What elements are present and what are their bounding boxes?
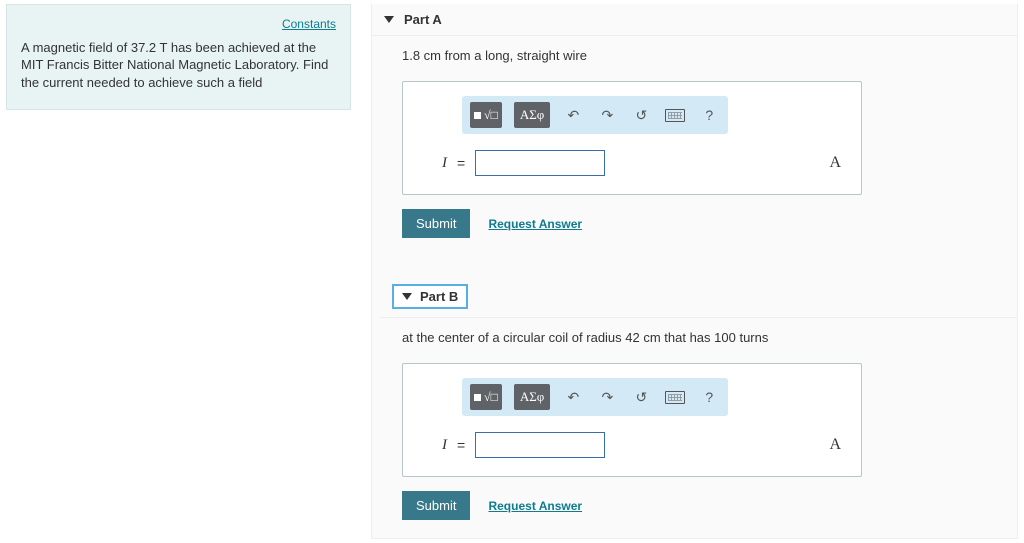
template-icon[interactable]: √□ xyxy=(470,102,502,128)
part-a-body: 1.8 cm from a long, straight wire √□ ΑΣφ… xyxy=(372,36,1017,256)
part-a-request-answer-link[interactable]: Request Answer xyxy=(488,217,582,231)
part-a-prompt: 1.8 cm from a long, straight wire xyxy=(402,48,987,63)
equals-label: = xyxy=(457,437,465,453)
undo-icon[interactable]: ↶ xyxy=(562,385,584,409)
part-b-prompt: at the center of a circular coil of radi… xyxy=(402,330,987,345)
reset-icon[interactable]: ↺ xyxy=(630,385,652,409)
unit-label: A xyxy=(829,436,847,454)
greek-letters-button[interactable]: ΑΣφ xyxy=(514,384,550,410)
chevron-down-icon xyxy=(402,293,412,300)
part-b-header[interactable]: Part B xyxy=(380,276,1017,318)
chevron-down-icon xyxy=(384,16,394,23)
part-a-title: Part A xyxy=(404,12,442,27)
equals-label: = xyxy=(457,155,465,171)
part-b-body: at the center of a circular coil of radi… xyxy=(372,318,1017,538)
keyboard-icon[interactable] xyxy=(664,103,686,127)
redo-icon[interactable]: ↷ xyxy=(596,103,618,127)
help-icon[interactable]: ? xyxy=(698,103,720,127)
greek-letters-button[interactable]: ΑΣφ xyxy=(514,102,550,128)
redo-icon[interactable]: ↷ xyxy=(596,385,618,409)
template-icon[interactable]: √□ xyxy=(470,384,502,410)
part-a-answer-input[interactable] xyxy=(475,150,605,176)
part-b-request-answer-link[interactable]: Request Answer xyxy=(488,499,582,513)
constants-link[interactable]: Constants xyxy=(282,17,336,31)
keyboard-icon[interactable] xyxy=(664,385,686,409)
part-a-toolbar: √□ ΑΣφ ↶ ↷ ↺ ? xyxy=(462,96,728,134)
problem-statement-box: Constants A magnetic field of 37.2 T has… xyxy=(6,4,351,110)
part-a-submit-button[interactable]: Submit xyxy=(402,209,470,238)
undo-icon[interactable]: ↶ xyxy=(562,103,584,127)
problem-text: A magnetic field of 37.2 T has been achi… xyxy=(21,39,336,92)
variable-label: I xyxy=(417,437,447,454)
variable-label: I xyxy=(417,155,447,172)
unit-label: A xyxy=(829,154,847,172)
reset-icon[interactable]: ↺ xyxy=(630,103,652,127)
help-icon[interactable]: ? xyxy=(698,385,720,409)
part-a-header[interactable]: Part A xyxy=(372,4,1017,36)
part-b-answer-box: √□ ΑΣφ ↶ ↷ ↺ ? I = A xyxy=(402,363,862,477)
part-b-title: Part B xyxy=(420,289,458,304)
part-b-submit-button[interactable]: Submit xyxy=(402,491,470,520)
part-b-toolbar: √□ ΑΣφ ↶ ↷ ↺ ? xyxy=(462,378,728,416)
part-a-answer-box: √□ ΑΣφ ↶ ↷ ↺ ? I = A xyxy=(402,81,862,195)
part-b-answer-input[interactable] xyxy=(475,432,605,458)
